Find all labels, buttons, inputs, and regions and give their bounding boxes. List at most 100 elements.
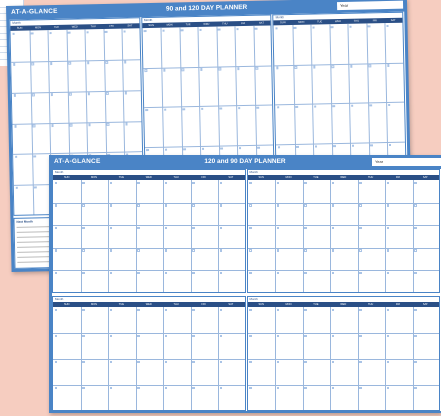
date-box bbox=[331, 181, 334, 184]
date-box bbox=[164, 148, 168, 151]
grid-line bbox=[385, 180, 386, 292]
date-box bbox=[14, 155, 18, 159]
date-box bbox=[54, 334, 57, 337]
date-box bbox=[12, 63, 16, 66]
month-label: Month bbox=[55, 297, 64, 301]
date-box bbox=[164, 308, 167, 311]
date-box bbox=[276, 308, 279, 311]
date-box bbox=[54, 360, 57, 363]
grid-line bbox=[53, 359, 245, 360]
date-box bbox=[201, 147, 205, 150]
date-box bbox=[359, 226, 362, 230]
date-box bbox=[386, 360, 389, 363]
date-box bbox=[249, 334, 252, 337]
date-box bbox=[359, 181, 362, 184]
grid-line bbox=[108, 180, 109, 292]
date-box bbox=[386, 249, 389, 252]
date-box bbox=[349, 25, 352, 28]
date-box bbox=[86, 30, 89, 34]
date-box bbox=[369, 104, 373, 107]
grid-line bbox=[412, 180, 413, 292]
date-box bbox=[146, 148, 149, 152]
date-box bbox=[249, 386, 252, 389]
date-box bbox=[331, 334, 334, 337]
date-box bbox=[275, 26, 278, 30]
date-box bbox=[137, 181, 140, 184]
grid-line bbox=[275, 102, 405, 106]
grid-line bbox=[275, 180, 276, 292]
grid-line bbox=[11, 59, 140, 63]
date-box bbox=[219, 386, 222, 389]
date-box bbox=[109, 226, 112, 230]
date-box bbox=[331, 249, 334, 252]
date-box bbox=[162, 29, 165, 32]
date-box bbox=[254, 27, 258, 30]
date-box bbox=[220, 146, 223, 150]
date-box bbox=[163, 108, 167, 112]
date-box bbox=[386, 308, 389, 311]
date-box bbox=[236, 27, 239, 31]
date-box bbox=[414, 334, 417, 337]
month-label: Month bbox=[12, 20, 21, 25]
date-box bbox=[304, 249, 307, 252]
date-box bbox=[192, 204, 195, 207]
day-cells bbox=[247, 307, 439, 410]
date-box bbox=[104, 30, 108, 33]
date-box bbox=[105, 92, 109, 95]
date-box bbox=[414, 226, 417, 230]
date-box bbox=[54, 386, 57, 389]
grid-line bbox=[190, 180, 191, 292]
date-box bbox=[12, 32, 15, 35]
date-box bbox=[123, 29, 126, 33]
date-box bbox=[414, 271, 417, 275]
grid-line bbox=[144, 144, 274, 148]
date-box bbox=[276, 334, 279, 337]
date-box bbox=[164, 360, 167, 363]
grid-line bbox=[142, 65, 272, 69]
date-box bbox=[192, 334, 195, 337]
grid-line bbox=[53, 333, 245, 334]
date-box bbox=[414, 360, 417, 363]
date-box bbox=[192, 181, 195, 184]
grid-line bbox=[53, 270, 245, 271]
date-box bbox=[109, 181, 112, 184]
date-box bbox=[123, 60, 127, 64]
date-box bbox=[109, 204, 112, 207]
grid-line bbox=[247, 333, 439, 334]
date-box bbox=[163, 68, 166, 72]
date-box bbox=[69, 123, 73, 127]
date-box bbox=[238, 146, 242, 150]
date-box bbox=[181, 68, 185, 71]
date-box bbox=[359, 308, 362, 311]
grid-line bbox=[247, 359, 439, 360]
date-box bbox=[125, 122, 128, 126]
date-box bbox=[237, 106, 241, 110]
date-box bbox=[359, 204, 362, 207]
date-box bbox=[414, 181, 417, 184]
date-box bbox=[219, 334, 222, 337]
date-box bbox=[219, 107, 222, 110]
grid-line bbox=[163, 180, 164, 292]
date-box bbox=[105, 61, 108, 64]
date-box bbox=[276, 181, 279, 184]
date-box bbox=[82, 308, 85, 311]
date-box bbox=[331, 308, 334, 311]
date-box bbox=[124, 91, 128, 95]
date-box bbox=[200, 107, 204, 111]
grid-line bbox=[302, 180, 303, 292]
date-box bbox=[313, 65, 316, 69]
month-block: Month SUN MON TUE WED THU FRI SAT bbox=[246, 169, 440, 293]
date-box bbox=[82, 249, 85, 252]
grid-line bbox=[274, 62, 404, 66]
date-box bbox=[414, 308, 417, 311]
grid-line bbox=[218, 180, 219, 292]
date-box bbox=[386, 226, 389, 230]
month-label: Month bbox=[249, 170, 258, 174]
date-box bbox=[49, 62, 53, 65]
date-box bbox=[219, 308, 222, 311]
date-box bbox=[182, 108, 185, 111]
date-box bbox=[249, 271, 252, 275]
date-box bbox=[137, 308, 140, 311]
date-box bbox=[249, 360, 252, 363]
date-box bbox=[192, 360, 195, 363]
